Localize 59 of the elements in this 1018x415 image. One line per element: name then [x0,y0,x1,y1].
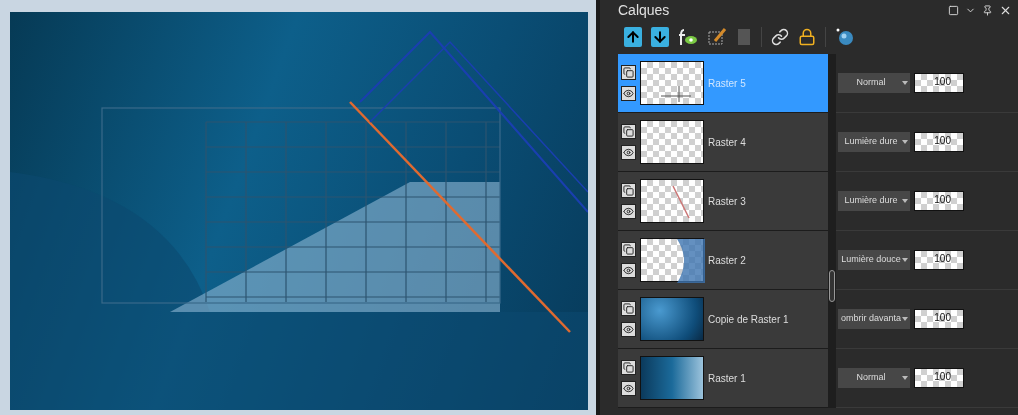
blend-mode-dropdown[interactable]: Lumière dure [838,132,910,152]
splitter-handle[interactable] [829,270,835,302]
layer-name: Raster 5 [708,76,746,91]
caret-icon [902,81,908,85]
layer-row[interactable]: Raster 2 [618,231,828,290]
layer-type-icon[interactable] [621,124,636,139]
arrow-down-icon[interactable] [651,27,669,47]
layer-thumbnail [640,297,704,341]
layer-thumbnail [640,356,704,400]
blend-mode-dropdown[interactable]: Normal [838,368,910,388]
layer-name: Copie de Raster 1 [708,312,789,327]
blend-mode-dropdown[interactable]: Lumière douce [838,250,910,270]
layer-row[interactable]: Raster 4 [618,113,828,172]
splitter-bar[interactable] [828,54,836,408]
opacity-field[interactable]: 100 [914,250,964,270]
caret-icon [902,317,908,321]
maximize-icon[interactable] [948,4,959,16]
layer-type-icon[interactable] [621,360,636,375]
layer-type-icon[interactable] [621,301,636,316]
lock-icon[interactable] [798,28,816,46]
caret-icon [902,376,908,380]
layer-name: Raster 4 [708,135,746,150]
visibility-eye-icon[interactable] [621,263,636,278]
pin-icon[interactable] [982,4,993,16]
layer-thumbnail [640,238,704,282]
opacity-field[interactable]: 100 [914,132,964,152]
layer-row[interactable]: Raster 1 [618,349,828,408]
layer-row[interactable]: Raster 3 [618,172,828,231]
layer-thumbnail [640,120,704,164]
visibility-eye-icon[interactable] [621,86,636,101]
opacity-field[interactable]: 100 [914,309,964,329]
caret-icon [902,258,908,262]
blend-mode-dropdown[interactable]: Lumière dure [838,191,910,211]
visibility-eye-icon[interactable] [621,381,636,396]
caret-icon [902,199,908,203]
blend-mode-dropdown[interactable]: ombrir davanta [838,309,910,329]
caret-icon [902,140,908,144]
layer-row[interactable]: Copie de Raster 1 [618,290,828,349]
layer-name: Raster 1 [708,371,746,386]
layer-type-icon[interactable] [621,65,636,80]
opacity-field[interactable]: 100 [914,191,964,211]
layer-thumbnail [640,179,704,223]
layer-type-icon[interactable] [621,242,636,257]
opacity-field[interactable]: 100 [914,368,964,388]
layer-type-icon[interactable] [621,183,636,198]
layer-name: Raster 3 [708,194,746,209]
panel-title: Calques [618,0,670,20]
layer-thumbnail [640,61,704,105]
blend-mode-dropdown[interactable]: Normal [838,73,910,93]
opacity-field[interactable]: 100 [914,73,964,93]
arrow-up-icon[interactable] [624,27,642,47]
layer-name: Raster 2 [708,253,746,268]
fx-eye-icon[interactable] [678,27,698,47]
link-icon[interactable] [771,28,789,46]
brush-icon[interactable] [707,27,727,47]
visibility-eye-icon[interactable] [621,145,636,160]
visibility-eye-icon[interactable] [621,322,636,337]
sphere-icon[interactable] [835,27,855,47]
visibility-eye-icon[interactable] [621,204,636,219]
